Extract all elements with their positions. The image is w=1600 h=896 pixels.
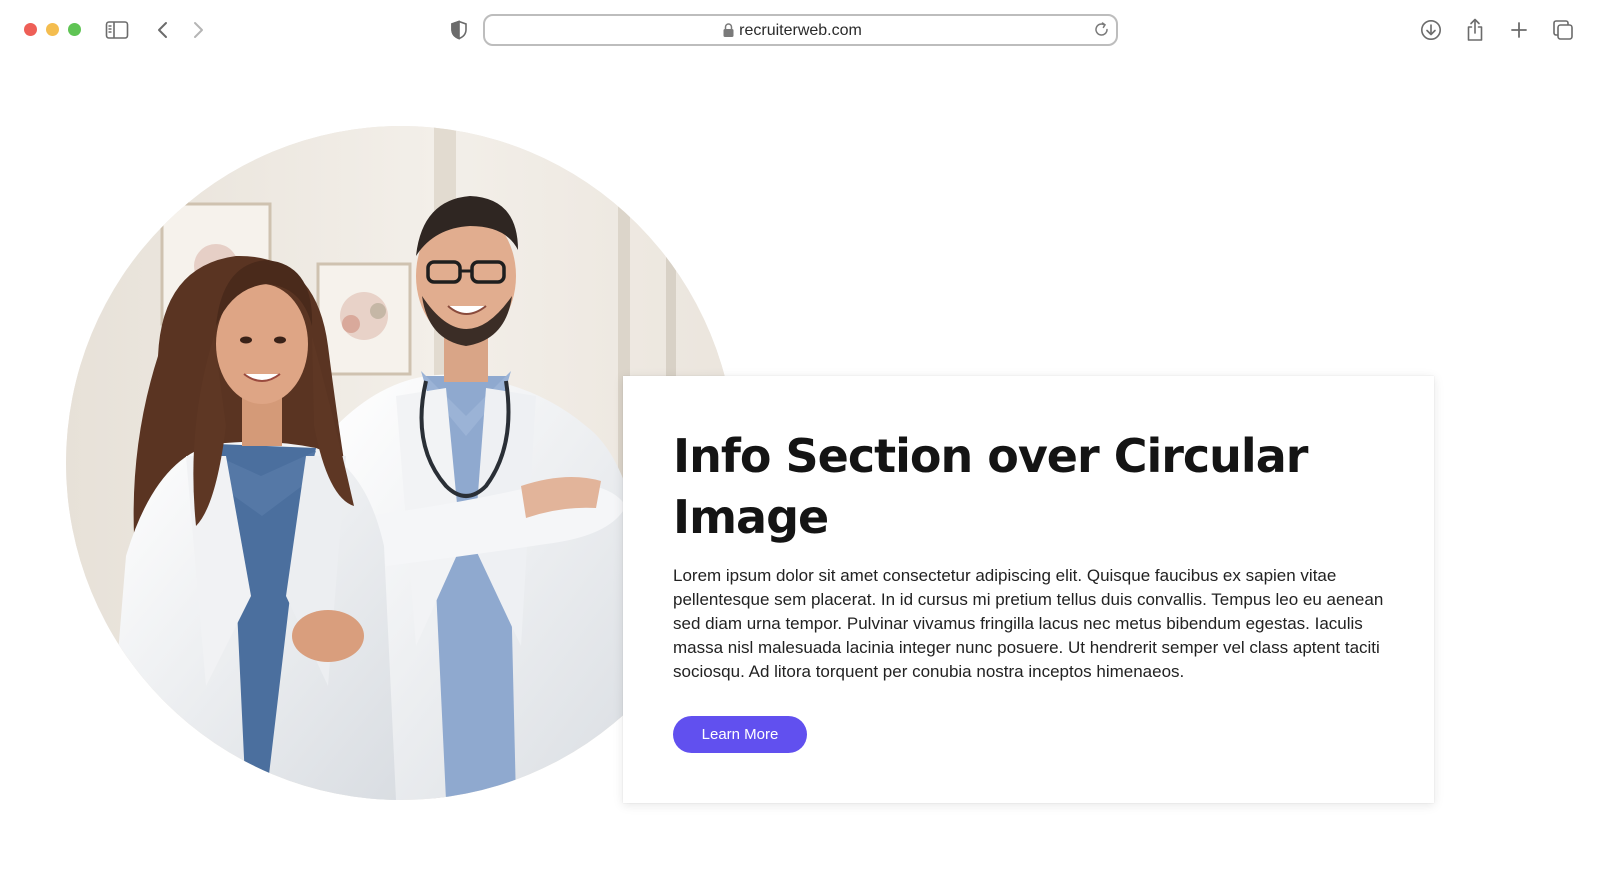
browser-window: recruiterweb.com Info Section over Circu…: [0, 0, 1600, 896]
close-window-button[interactable]: [24, 23, 37, 36]
forward-icon[interactable]: [185, 17, 211, 43]
info-title: Info Section over Circular Image: [673, 429, 1308, 544]
zoom-window-button[interactable]: [68, 23, 81, 36]
download-icon[interactable]: [1418, 17, 1444, 43]
new-tab-icon[interactable]: [1506, 17, 1532, 43]
learn-more-button[interactable]: Learn More: [673, 716, 807, 753]
info-body-text: Lorem ipsum dolor sit amet consectetur a…: [673, 566, 1384, 681]
tabs-overview-icon[interactable]: [1550, 17, 1576, 43]
minimize-window-button[interactable]: [46, 23, 59, 36]
sidebar-icon[interactable]: [104, 17, 130, 43]
share-icon[interactable]: [1462, 17, 1488, 43]
address-bar[interactable]: recruiterweb.com: [483, 14, 1118, 46]
reload-icon[interactable]: [1093, 21, 1110, 43]
privacy-shield-icon[interactable]: [446, 17, 472, 43]
browser-toolbar: recruiterweb.com: [0, 0, 1600, 58]
url-text: recruiterweb.com: [739, 22, 862, 39]
info-card: Info Section over Circular Image Lorem i…: [623, 376, 1434, 803]
back-icon[interactable]: [150, 17, 176, 43]
